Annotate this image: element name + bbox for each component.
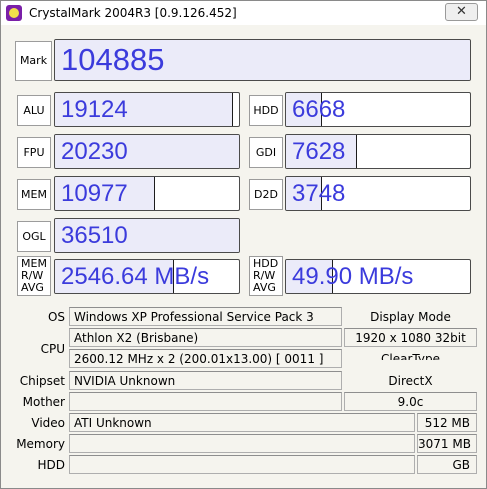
crystalmark-app-icon [6, 5, 22, 21]
cpu-clock-field: 2600.12 MHz x 2 (200.01x13.00) [ 0011 ] [69, 349, 342, 368]
mem-score-bar: 10977 [54, 176, 240, 211]
close-button[interactable]: ✕ [445, 3, 478, 21]
hdd-info-field [69, 455, 415, 474]
ogl-label: OGL [17, 221, 51, 252]
gdi-score-value: 7628 [292, 137, 346, 165]
alu-score-bar: 19124 [54, 92, 240, 127]
memory-label: Memory [16, 437, 65, 451]
alu-label: ALU [17, 95, 51, 126]
d2d-score-value: 3748 [292, 179, 346, 207]
os-label: OS [47, 310, 65, 324]
mark-label: Mark [15, 41, 52, 81]
directx-field: 9.0c [344, 392, 477, 411]
cleartype-field [344, 360, 477, 370]
hdd-score-bar: 6668 [285, 92, 471, 127]
mem-rw-score-bar: 2546.64 MB/s [54, 259, 240, 294]
window-title: CrystalMark 2004R3 [0.9.126.452] [29, 6, 237, 20]
crystalmark-window: CrystalMark 2004R3 [0.9.126.452] ✕ Mark … [0, 0, 487, 489]
hdd-rw-score-bar: 49.90 MB/s [285, 259, 471, 294]
cpu-name-field: Athlon X2 (Brisbane) [69, 328, 342, 347]
mem-rw-label-line-3: AVG [21, 281, 44, 294]
hdd-rw-label-line-3: AVG [253, 281, 276, 294]
mark-score-bar: 104885 [54, 39, 471, 81]
ogl-score-value: 36510 [61, 221, 128, 249]
mark-score-value: 104885 [61, 42, 165, 77]
chipset-field: NVIDIA Unknown [69, 371, 342, 390]
mem-score-value: 10977 [61, 179, 128, 207]
alu-score-value: 19124 [61, 95, 128, 123]
mem-rw-avg-label: MEM R/W AVG [17, 256, 51, 296]
hdd-label: HDD [249, 95, 283, 126]
mem-label: MEM [17, 179, 51, 210]
d2d-score-bar: 3748 [285, 176, 471, 211]
hdd-size-field: GB [417, 455, 477, 474]
os-field: Windows XP Professional Service Pack 3 [69, 307, 342, 326]
display-mode-field: 1920 x 1080 32bit [344, 328, 477, 347]
hdd-info-label: HDD [37, 458, 65, 472]
title-bar[interactable]: CrystalMark 2004R3 [0.9.126.452] ✕ [1, 1, 486, 25]
gdi-label: GDI [249, 137, 283, 168]
fpu-score-value: 20230 [61, 137, 128, 165]
hdd-rw-score-value: 49.90 MB/s [292, 262, 414, 290]
video-field: ATI Unknown [69, 413, 415, 432]
directx-label: DirectX [344, 371, 477, 390]
gdi-score-bar: 7628 [285, 134, 471, 169]
fpu-label: FPU [17, 137, 51, 168]
hdd-score-value: 6668 [292, 95, 346, 123]
mother-label: Mother [22, 395, 65, 409]
chipset-label: Chipset [19, 374, 65, 388]
memory-field [69, 434, 415, 453]
mem-rw-score-value: 2546.64 MB/s [61, 262, 210, 290]
cpu-label: CPU [40, 342, 65, 356]
memory-size-field: 3071 MB [417, 434, 477, 453]
ogl-score-bar: 36510 [54, 218, 240, 253]
video-label: Video [31, 416, 65, 430]
video-memory-field: 512 MB [417, 413, 477, 432]
hdd-rw-avg-label: HDD R/W AVG [249, 256, 283, 296]
fpu-score-bar: 20230 [54, 134, 240, 169]
mother-field [69, 392, 342, 411]
d2d-label: D2D [249, 179, 283, 210]
display-mode-label: Display Mode [344, 307, 477, 326]
